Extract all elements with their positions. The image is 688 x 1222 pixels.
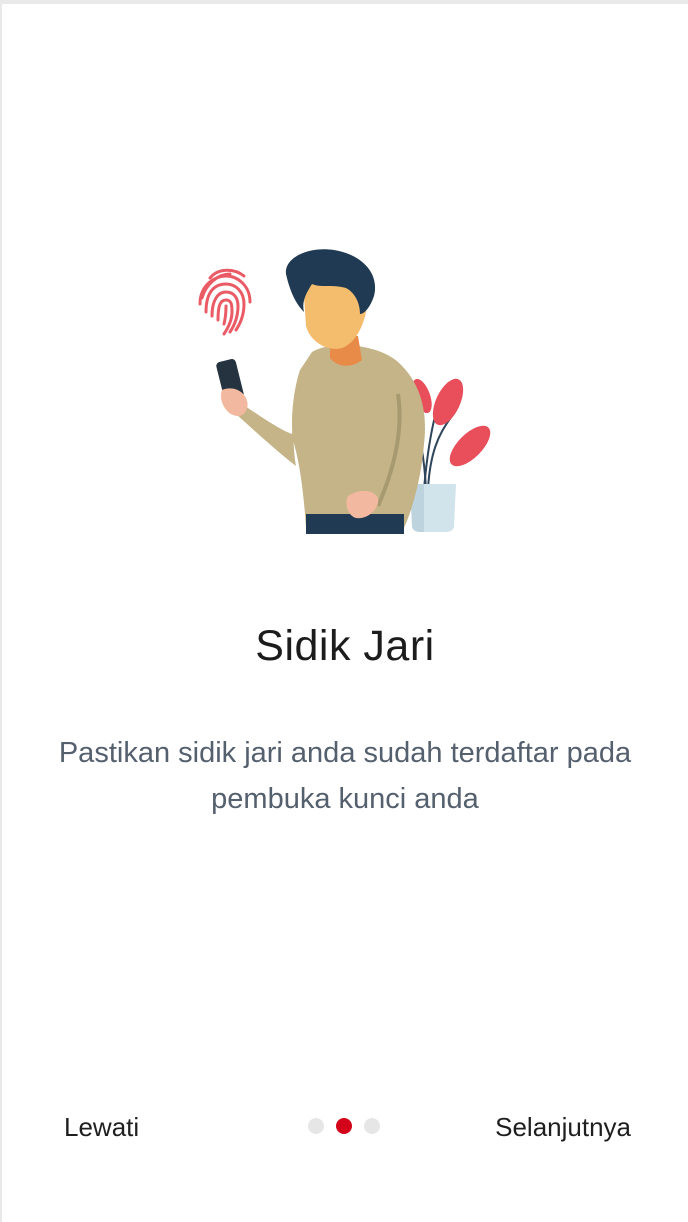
- page-title: Sidik Jari: [255, 622, 435, 670]
- next-button[interactable]: Selanjutnya: [495, 1112, 631, 1143]
- person-fingerprint-illustration: [198, 249, 491, 534]
- pagination-dot: [364, 1118, 380, 1134]
- onboarding-screen: Sidik Jari Pastikan sidik jari anda suda…: [2, 4, 688, 1222]
- skip-button[interactable]: Lewati: [64, 1112, 139, 1143]
- pagination-dot: [308, 1118, 324, 1134]
- fingerprint-icon: [198, 268, 252, 336]
- pagination-dot-active: [336, 1118, 352, 1134]
- pagination-indicator: [308, 1118, 380, 1134]
- page-description: Pastikan sidik jari anda sudah terdaftar…: [58, 737, 632, 815]
